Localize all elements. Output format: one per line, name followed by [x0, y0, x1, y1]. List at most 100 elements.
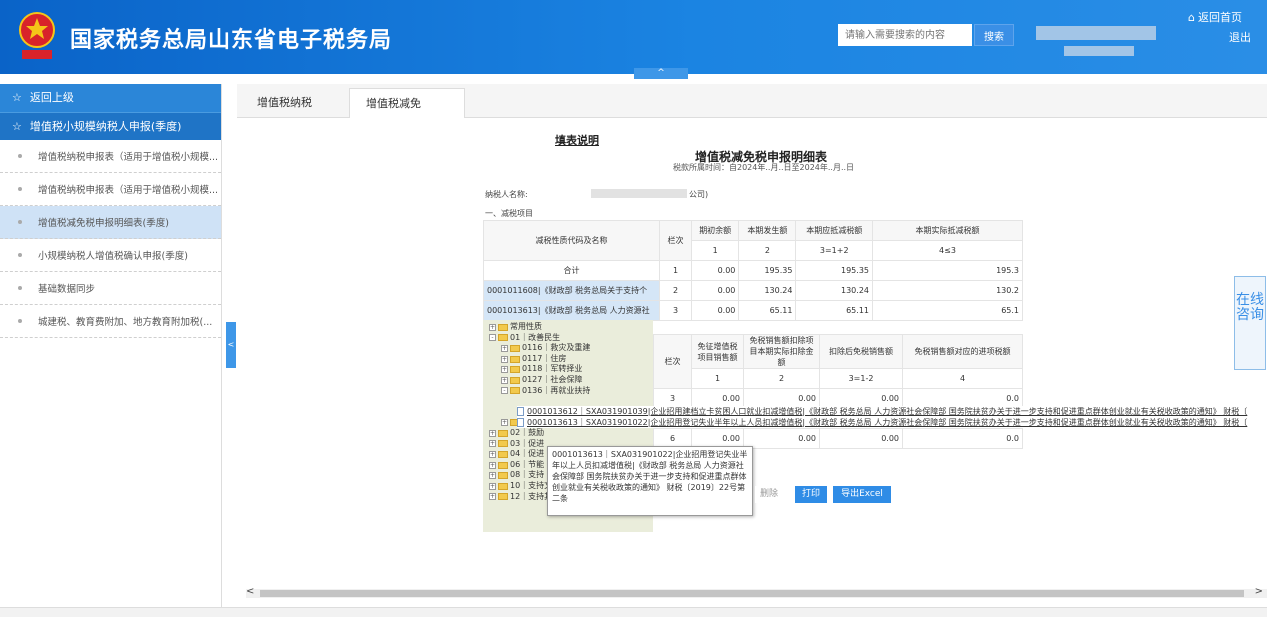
- tax-period: 税款所属时间：自2024年..月..日至2024年..月..日: [673, 163, 855, 172]
- folder-icon: [498, 323, 508, 331]
- tree-node-label: 01｜改善民生: [510, 332, 561, 342]
- table-row: 合计 1 0.00 195.35 195.35 195.3: [483, 260, 1023, 281]
- home-link[interactable]: ⌂ 返回首页: [1188, 9, 1242, 25]
- print-button[interactable]: 打印: [795, 486, 827, 503]
- logout-link[interactable]: 退出: [1229, 29, 1251, 45]
- tree-node[interactable]: +0117｜住房: [483, 354, 653, 365]
- collapse-icon[interactable]: -: [501, 387, 508, 395]
- index-cell: 2: [738, 240, 797, 261]
- bullet-icon: [18, 253, 22, 257]
- header-opening: 期初余额: [690, 220, 740, 241]
- tree-node-label: 02｜鼓励: [510, 427, 545, 437]
- user-info-redacted: [1036, 26, 1156, 40]
- bullet-icon: [18, 187, 22, 191]
- tree-node-label: 08｜支持: [510, 470, 545, 480]
- sidebar: ☆ 返回上级 ☆ 增值税小规模纳税人申报(季度) 增值税纳税申报表（适用于增值税…: [0, 84, 222, 607]
- search-input[interactable]: [838, 24, 972, 46]
- tree-node[interactable]: - 0136｜再就业扶持: [483, 386, 653, 397]
- document-icon: [517, 418, 524, 427]
- expand-icon[interactable]: +: [501, 344, 508, 352]
- expand-icon[interactable]: +: [489, 429, 496, 437]
- section-label: 一、减税项目: [485, 209, 533, 218]
- tree-expanded-leaves: 0001013612｜SXA031901039|企业招用建档立卡贫困人口就业扣减…: [517, 406, 1248, 428]
- header-deduct: 免税销售额扣除项目本期实际扣除金额: [743, 334, 820, 369]
- expand-icon[interactable]: +: [501, 355, 508, 363]
- folder-icon: [510, 355, 520, 363]
- expand-icon[interactable]: +: [489, 323, 496, 331]
- header-current: 本期发生额: [738, 220, 797, 241]
- export-excel-button[interactable]: 导出Excel: [833, 486, 891, 503]
- delete-button[interactable]: 删除: [755, 486, 783, 503]
- tree-node[interactable]: +0127｜社会保障: [483, 375, 653, 386]
- folder-icon: [510, 366, 520, 374]
- index-cell: 3=1-2: [819, 368, 903, 389]
- folder-icon: [498, 461, 508, 469]
- scroll-right-icon[interactable]: >: [1255, 586, 1263, 597]
- folder-icon: [510, 344, 520, 352]
- nature-select[interactable]: 0001013613|《财政部 税务总局 人力资源社: [483, 300, 660, 321]
- expand-icon[interactable]: +: [489, 440, 496, 448]
- tree-node-label: 0116｜救灾及重建: [522, 343, 591, 353]
- tree-node-label: 0118｜军转择业: [522, 364, 583, 374]
- expand-icon[interactable]: +: [489, 450, 496, 458]
- sidebar-item-confirm-return[interactable]: 小规模纳税人增值税确认申报(季度): [0, 239, 221, 272]
- bullet-icon: [18, 319, 22, 323]
- folder-icon: [498, 482, 508, 490]
- sidebar-item-vat-return-2[interactable]: 增值税纳税申报表（适用于增值税小规模...: [0, 173, 221, 206]
- sidebar-item-data-sync[interactable]: 基础数据同步: [0, 272, 221, 305]
- tree-node-label: 06｜节能: [510, 459, 545, 469]
- tree-node[interactable]: +0118｜军转择业: [483, 364, 653, 375]
- sidebar-collapse-toggle[interactable]: <: [226, 322, 236, 368]
- table-row: 0001011608|《财政部 税务总局关于支持个 2 0.00 130.24 …: [483, 280, 1023, 301]
- search-button[interactable]: 搜索: [974, 24, 1014, 46]
- user-info-redacted: [1064, 46, 1134, 56]
- tree-item-tooltip: 0001013613｜SXA031901022|企业招用登记失业半年以上人员扣减…: [547, 446, 753, 516]
- folder-icon: [498, 429, 508, 437]
- tree-node[interactable]: +02｜鼓励: [483, 428, 653, 439]
- expand-icon[interactable]: +: [489, 493, 496, 501]
- tree-node-label: 0136｜再就业扶持: [522, 385, 591, 395]
- scrollbar-thumb[interactable]: [260, 590, 1244, 597]
- tree-leaf-0001013612[interactable]: 0001013612｜SXA031901039|企业招用建档立卡贫困人口就业扣减…: [517, 406, 1247, 417]
- sidebar-item-surcharge[interactable]: 城建税、教育费附加、地方教育附加税(...: [0, 305, 221, 338]
- header-sales: 免征增值税项目销售额: [691, 334, 744, 369]
- fill-instructions-link[interactable]: 填表说明: [555, 132, 599, 148]
- star-icon: ☆: [12, 119, 22, 133]
- expand-icon[interactable]: +: [501, 366, 508, 374]
- nature-select[interactable]: 0001011608|《财政部 税务总局关于支持个: [483, 280, 660, 301]
- tree-leaf-0001013613[interactable]: 0001013613｜SXA031901022|企业招用登记失业半年以上人员扣减…: [517, 417, 1247, 428]
- tree-node-label: 0117｜住房: [522, 353, 567, 363]
- folder-icon: [498, 450, 508, 458]
- header-actual: 本期实际抵减税额: [872, 220, 1023, 241]
- expand-icon[interactable]: +: [501, 419, 508, 427]
- online-consult-button[interactable]: 在线咨询: [1234, 276, 1266, 370]
- header-after: 扣除后免税销售额: [819, 334, 903, 369]
- sidebar-back-item[interactable]: ☆ 返回上级: [0, 84, 221, 112]
- tab-vat-return[interactable]: 增值税纳税申...×: [241, 88, 349, 139]
- table-row: 0001013613|《财政部 税务总局 人力资源社 3 0.00 65.11 …: [483, 300, 1023, 321]
- sidebar-section-header[interactable]: ☆ 增值税小规模纳税人申报(季度): [0, 112, 221, 140]
- header-row: 栏次: [653, 334, 692, 389]
- horizontal-scrollbar[interactable]: < >: [246, 586, 1267, 598]
- scroll-left-icon[interactable]: <: [246, 586, 254, 597]
- tab-reduction-detail[interactable]: 增值税减免税...×: [349, 88, 465, 140]
- sidebar-item-vat-return[interactable]: 增值税纳税申报表（适用于增值税小规模...: [0, 140, 221, 173]
- taxpayer-name-redacted: [591, 189, 687, 198]
- tree-node-label: 0127｜社会保障: [522, 374, 583, 384]
- reduction-table: 减税性质代码及名称 栏次 期初余额 本期发生额 本期应抵减税额 本期实际抵减税额…: [483, 220, 1023, 321]
- tree-node[interactable]: + 常用性质: [483, 322, 653, 333]
- tree-node[interactable]: +0116｜救灾及重建: [483, 343, 653, 354]
- collapse-icon[interactable]: -: [489, 334, 496, 342]
- folder-icon: [510, 387, 520, 395]
- header-collapse-toggle[interactable]: ^: [634, 68, 688, 79]
- expand-icon[interactable]: +: [501, 376, 508, 384]
- index-cell: 3=1+2: [795, 240, 873, 261]
- index-cell: 4: [902, 368, 1023, 389]
- expand-icon[interactable]: +: [489, 472, 496, 480]
- sidebar-item-reduction-detail[interactable]: 增值税减免税申报明细表(季度): [0, 206, 221, 239]
- tree-node-label: 04｜促进: [510, 449, 545, 459]
- expand-icon[interactable]: +: [489, 482, 496, 490]
- expand-icon[interactable]: +: [489, 461, 496, 469]
- taxpayer-label: 纳税人名称:: [485, 190, 528, 199]
- tree-node[interactable]: - 01｜改善民生: [483, 333, 653, 344]
